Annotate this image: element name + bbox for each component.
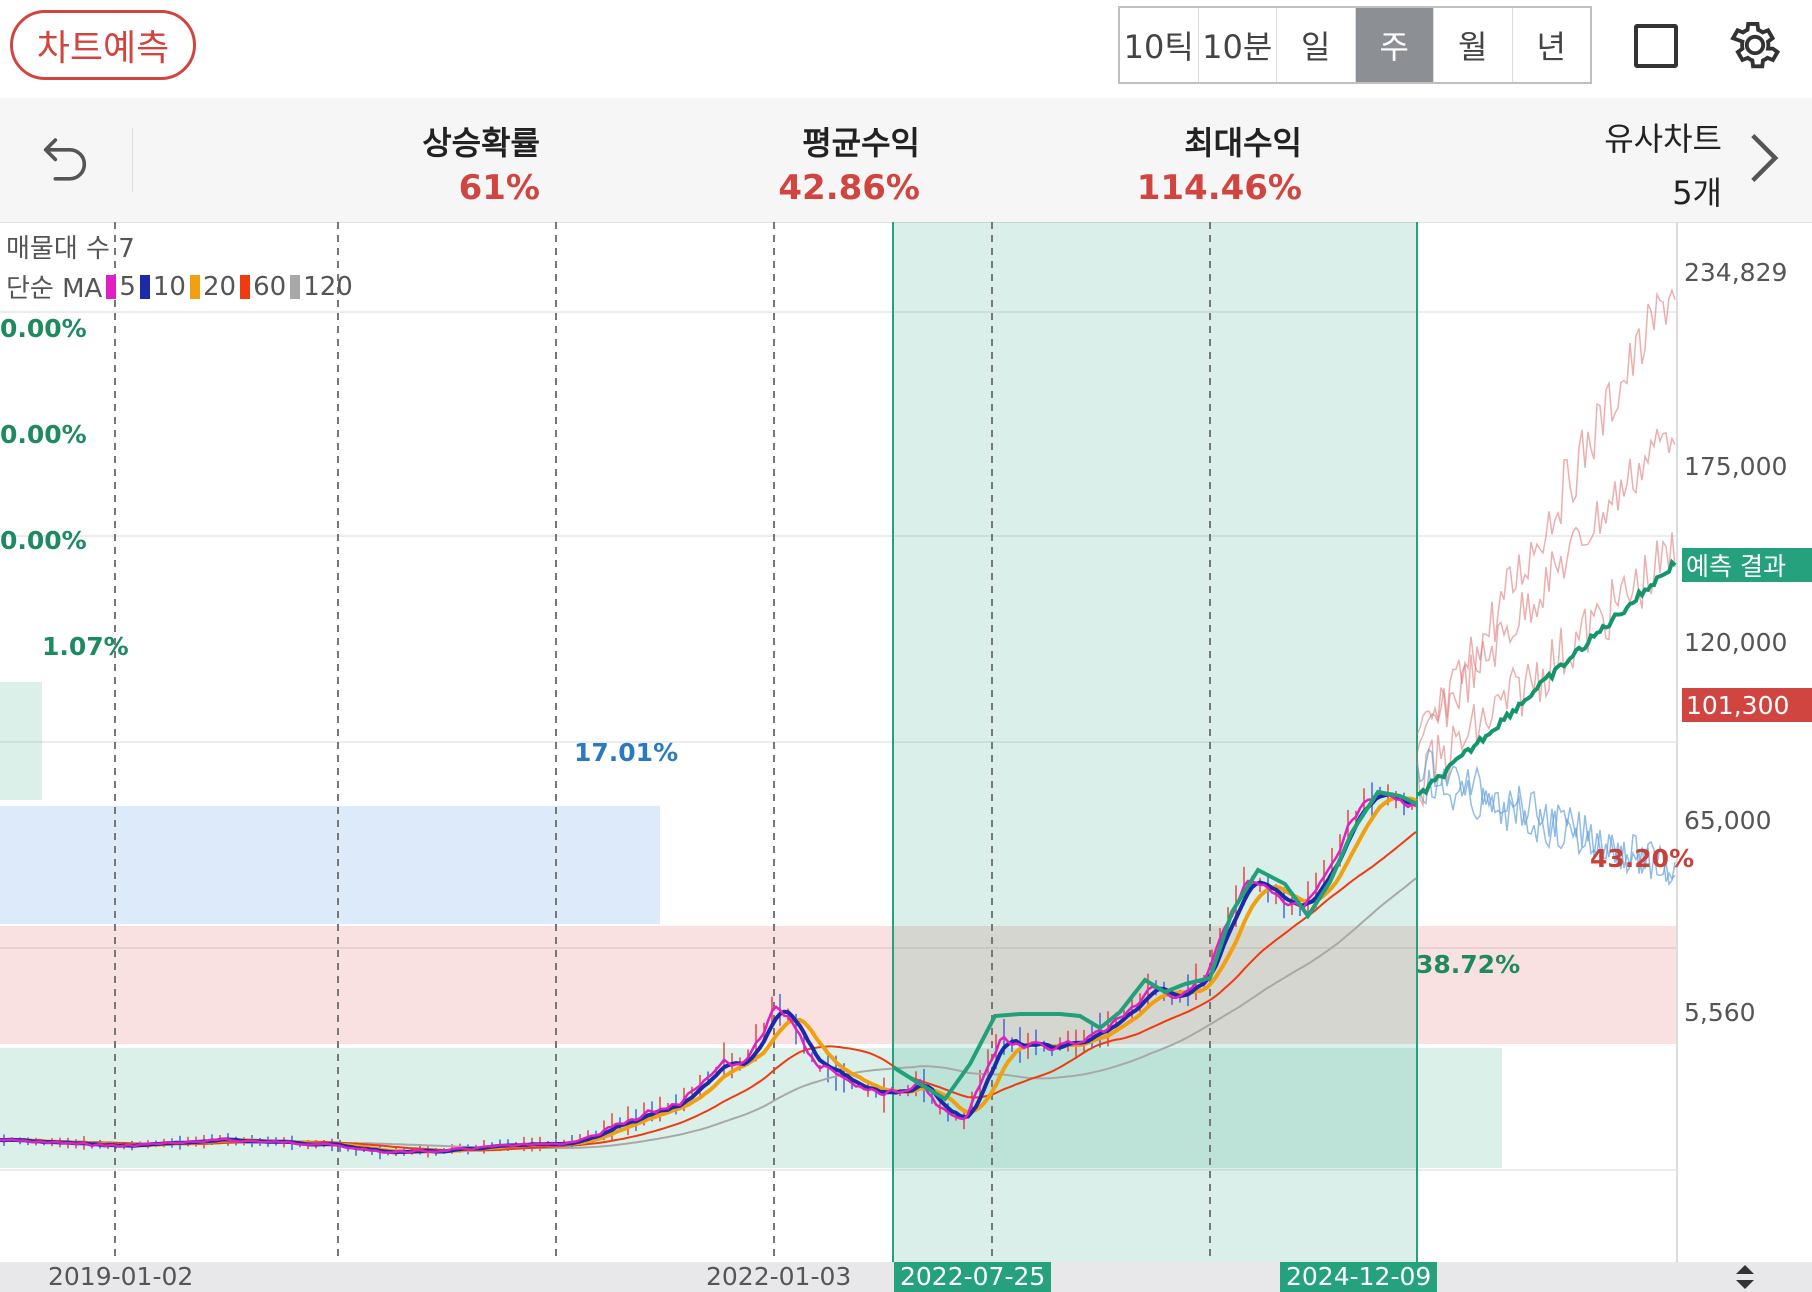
scroll-handle-icon[interactable] xyxy=(1730,1262,1760,1292)
ma10-swatch xyxy=(139,274,150,299)
volume-profile-legend: 매물대 수 7 xyxy=(6,228,135,265)
rise-probability-stat: 상승확률 61% xyxy=(380,118,540,208)
similar-charts-count: 5개 xyxy=(1672,174,1722,212)
stats-divider xyxy=(132,128,133,192)
ma-legend: 단순 MA 5 10 20 60 120 xyxy=(6,268,353,305)
y-axis-tick: 175,000 xyxy=(1684,452,1788,481)
gear-icon[interactable] xyxy=(1726,16,1784,74)
ma60-swatch xyxy=(240,274,251,299)
volume-profile-label: 0.00% xyxy=(0,526,87,555)
period-selector: 10틱 10분 일 주 월 년 xyxy=(1118,6,1592,84)
ma5-swatch xyxy=(106,274,117,299)
similar-chart-projection xyxy=(1416,288,1676,754)
ma120-label: 120 xyxy=(303,271,353,302)
prediction-result-tag: 예측 결과 xyxy=(1682,548,1812,582)
ma10-label: 10 xyxy=(152,271,186,302)
volume-profile-bar xyxy=(0,926,1676,1044)
prediction-stats-bar: 상승확률 61% 평균수익 42.86% 최대수익 114.46% 유사차트 5… xyxy=(0,98,1812,223)
volume-profile-label: 0.00% xyxy=(0,420,87,449)
prediction-result-line xyxy=(1416,558,1677,797)
ma5-label: 5 xyxy=(119,271,136,302)
period-tab-10tick[interactable]: 10틱 xyxy=(1120,8,1199,82)
ma20-label: 20 xyxy=(202,271,237,302)
ma-legend-prefix: 단순 MA xyxy=(6,274,103,304)
period-tab-10min[interactable]: 10분 xyxy=(1199,8,1277,82)
undo-icon[interactable] xyxy=(36,128,94,186)
period-tab-month[interactable]: 월 xyxy=(1434,8,1513,82)
y-axis-tick: 65,000 xyxy=(1684,806,1772,835)
x-axis-label: 2022-01-03 xyxy=(706,1262,852,1291)
y-axis-tick: 120,000 xyxy=(1684,628,1788,657)
period-tab-day[interactable]: 일 xyxy=(1277,8,1356,82)
similar-charts-stat[interactable]: 유사차트 5개 xyxy=(1560,114,1722,214)
ma120-swatch xyxy=(290,274,301,299)
ma60-label: 60 xyxy=(253,271,287,302)
chart-predict-button[interactable]: 차트예측 xyxy=(10,10,196,80)
range-start-label: 2022-07-25 xyxy=(894,1262,1052,1292)
period-tab-week[interactable]: 주 xyxy=(1355,8,1434,82)
stock-chart[interactable]: 매물대 수 7 단순 MA 5 10 20 60 120 0.00% 0.00%… xyxy=(0,222,1812,1262)
volume-profile-label: 17.01% xyxy=(574,738,679,767)
ma20-swatch xyxy=(189,274,200,299)
volume-profile-label: 1.07% xyxy=(42,632,129,661)
max-return-value: 114.46% xyxy=(1136,168,1302,208)
max-return-label: 최대수익 xyxy=(1184,124,1302,162)
top-toolbar: 차트예측 10틱 10분 일 주 월 년 xyxy=(0,0,1812,96)
square-icon[interactable] xyxy=(1634,24,1678,68)
current-price-tag: 101,300 xyxy=(1682,688,1812,722)
rise-probability-value: 61% xyxy=(458,168,540,208)
x-axis-label: 2019-01-02 xyxy=(48,1262,194,1291)
volume-profile-bar xyxy=(0,682,42,800)
similar-charts-label: 유사차트 xyxy=(1604,120,1722,158)
volume-profile-label: 43.20% xyxy=(1590,844,1695,873)
period-tab-year[interactable]: 년 xyxy=(1513,8,1591,82)
average-return-label: 평균수익 xyxy=(802,124,920,162)
y-axis-tick: 234,829 xyxy=(1684,258,1788,287)
max-return-stat: 최대수익 114.46% xyxy=(1100,118,1302,208)
volume-profile-count: 매물대 수 7 xyxy=(6,234,135,264)
price-chart-svg[interactable] xyxy=(0,222,1812,1262)
range-end-label: 2024-12-09 xyxy=(1280,1262,1438,1292)
volume-profile-label: 0.00% xyxy=(0,314,87,343)
average-return-stat: 평균수익 42.86% xyxy=(730,118,920,208)
similar-chart-projection xyxy=(1416,428,1676,735)
y-axis-tick: 5,560 xyxy=(1684,998,1756,1027)
average-return-value: 42.86% xyxy=(778,168,920,208)
chevron-right-icon[interactable] xyxy=(1746,130,1782,186)
rise-probability-label: 상승확률 xyxy=(422,124,540,162)
volume-profile-label: 38.72% xyxy=(1416,950,1521,979)
volume-profile-bar xyxy=(0,806,660,924)
